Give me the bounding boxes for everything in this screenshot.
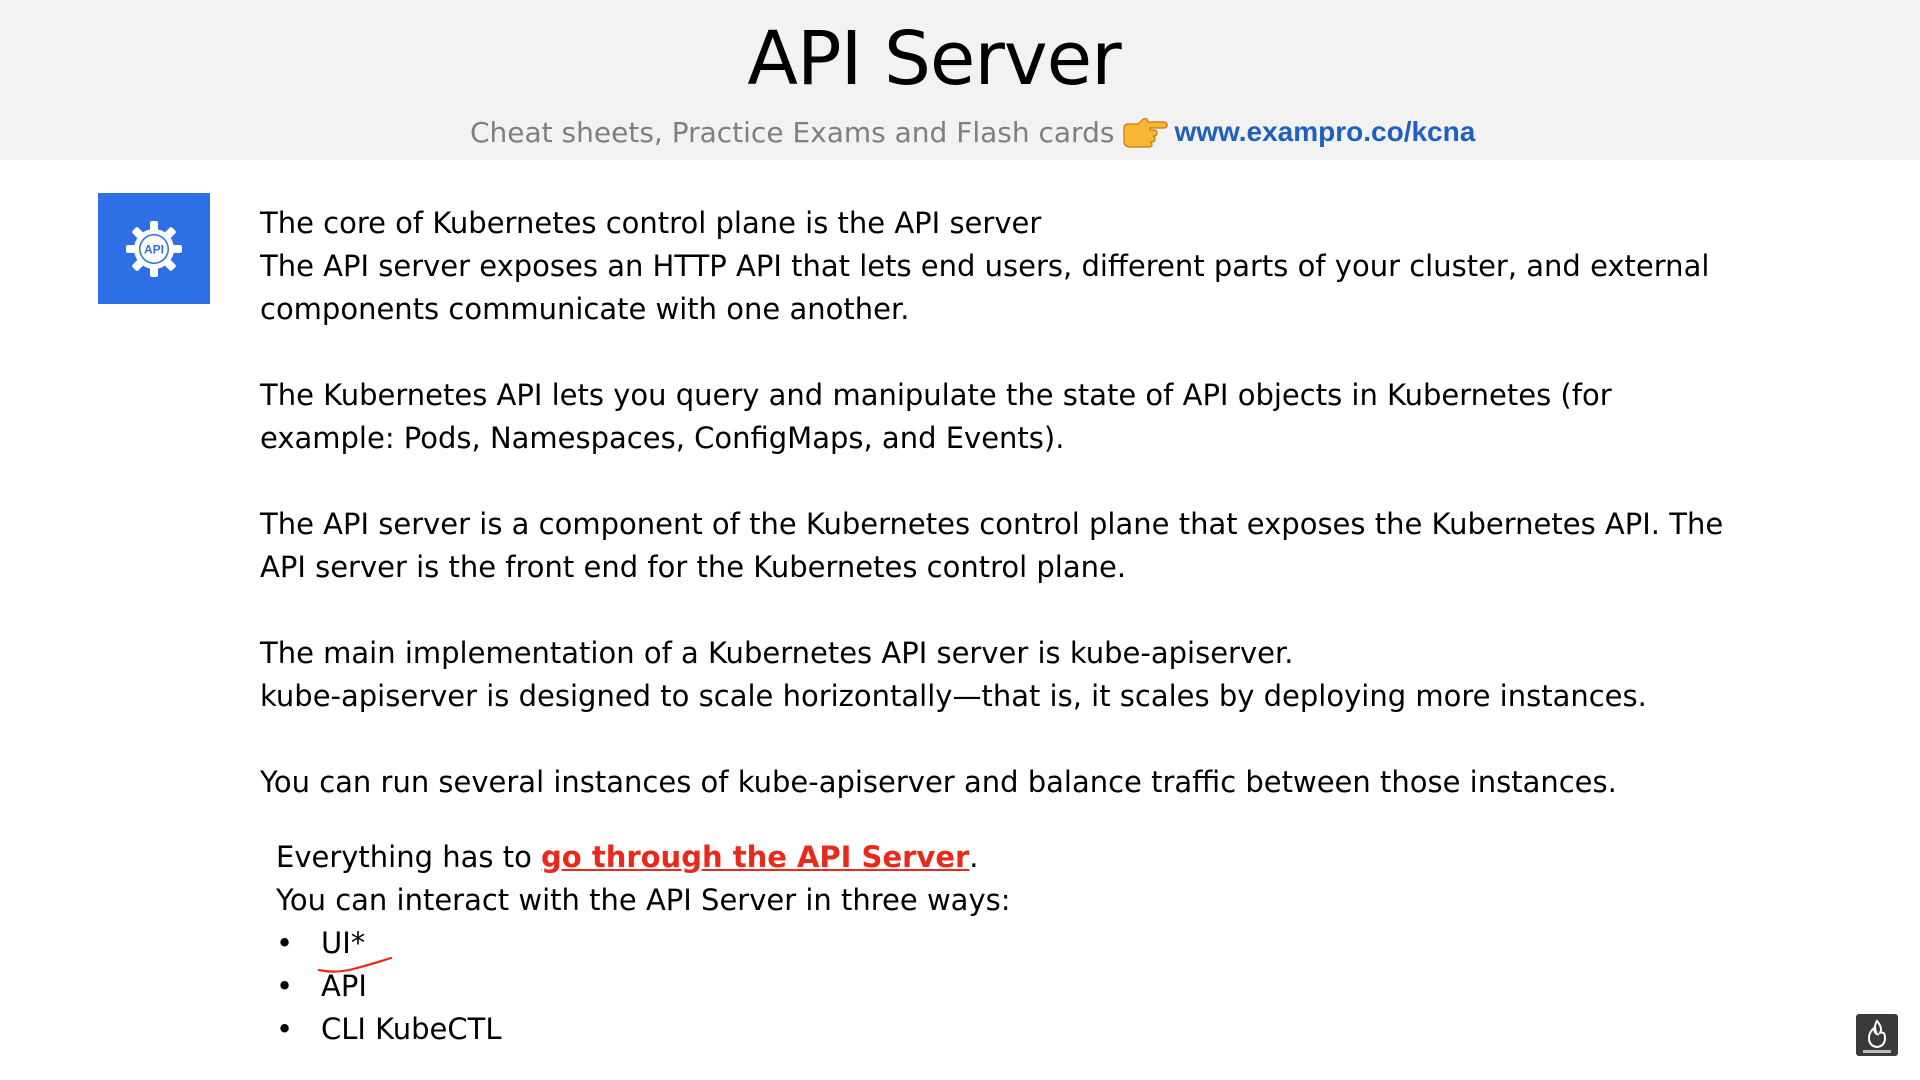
emphasis-prefix: Everything has to [276,840,542,874]
list-item: API [276,965,1476,1008]
paragraph-kube-apiserver: The main implementation of a Kubernetes … [260,632,1820,718]
body-line: components communicate with one another. [260,292,910,326]
way-ui: UI* [317,922,393,973]
interaction-section: Everything has to go through the API Ser… [276,836,1476,1051]
ways-list: UI* API CLI KubeCTL [276,922,1476,1051]
slide-body: The core of Kubernetes control plane is … [260,202,1820,804]
emphasis-line: Everything has to go through the API Ser… [276,836,1476,879]
body-line: API server is the front end for the Kube… [260,550,1127,584]
body-line: The API server exposes an HTTP API that … [260,249,1710,283]
body-line: example: Pods, Namespaces, ConfigMaps, a… [260,421,1065,455]
body-line: The Kubernetes API lets you query and ma… [260,378,1612,412]
paragraph-instances: You can run several instances of kube-ap… [260,761,1820,804]
slide-header: API Server Cheat sheets, Practice Exams … [0,0,1920,160]
way-label: API [321,969,367,1003]
body-line: You can run several instances of kube-ap… [260,765,1617,799]
promo-text: Cheat sheets, Practice Exams and Flash c… [470,115,1115,149]
ways-intro: You can interact with the API Server in … [276,883,1011,917]
api-tile-label: API [144,242,164,256]
body-line: kube-apiserver is designed to scale hori… [260,679,1647,713]
promo-line: Cheat sheets, Practice Exams and Flash c… [470,110,1475,154]
api-gear-icon: API [126,220,182,277]
list-item: CLI KubeCTL [276,1008,1476,1051]
body-line: The core of Kubernetes control plane is … [260,206,1042,240]
paragraph-core: The core of Kubernetes control plane is … [260,202,1820,331]
paragraph-kubernetes-api: The Kubernetes API lets you query and ma… [260,374,1820,460]
list-item: UI* [276,922,1476,973]
api-tile: API [98,193,210,304]
body-line: The API server is a component of the Kub… [260,507,1724,541]
slide-title: API Server [747,16,1121,102]
paragraph-front-end: The API server is a component of the Kub… [260,503,1820,589]
promo-link[interactable]: www.exampro.co/kcna [1174,116,1475,148]
body-line: The main implementation of a Kubernetes … [260,636,1294,670]
way-label: UI* [321,926,366,960]
way-label: CLI KubeCTL [321,1012,502,1046]
emphasis-suffix: . [969,840,979,874]
channel-logo-icon[interactable] [1856,1014,1898,1056]
emphasis-highlight: go through the API Server [541,840,970,874]
pointing-hand-icon [1123,118,1169,148]
